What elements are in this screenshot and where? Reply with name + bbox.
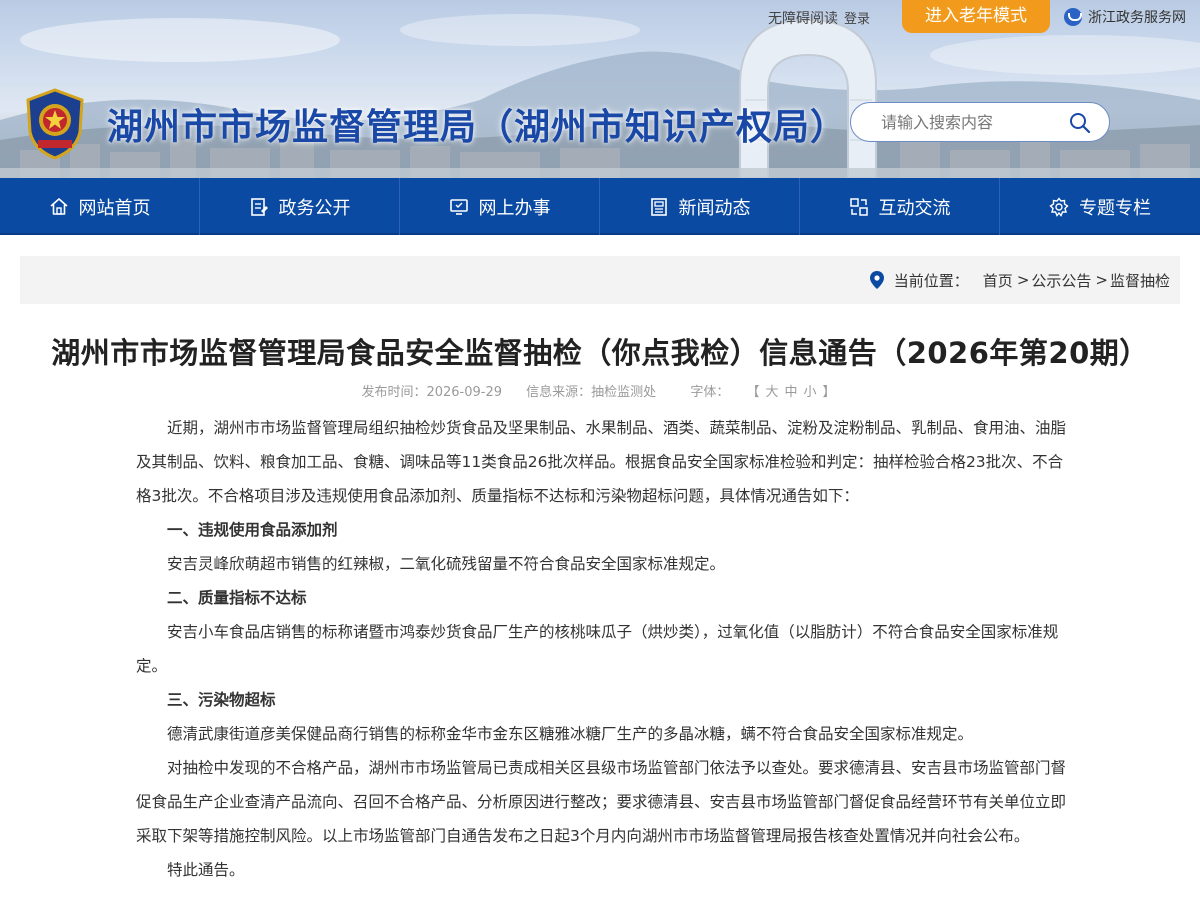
home-icon [49,197,68,215]
info-source: 信息来源：抽检监测处 [526,385,657,400]
font-bracket-open: 【 [746,385,760,400]
search-box [850,102,1110,142]
police-emblem-icon [26,88,84,160]
breadcrumb-label: 当前位置： [893,271,969,290]
login-link[interactable]: 登录 [844,12,870,27]
font-size-label: 字体： [690,385,730,400]
location-pin-icon [869,271,884,289]
section-heading-additives: 一、违规使用食品添加剂 [167,521,338,539]
document-icon [250,197,268,216]
zj-service-label: 浙江政务服务网 [1088,10,1186,26]
accessible-reading-link[interactable]: 无障碍阅读 [768,11,838,27]
paragraph-pollutants: 德清武康街道彦美保健品商行销售的标称金华市金东区糖雅冰糖厂生产的多晶冰糖，螨不符… [167,725,974,743]
nav-item-topics[interactable]: 专题专栏 [1000,178,1200,235]
news-icon [650,197,667,216]
breadcrumb-home-link[interactable]: 首页 [983,270,1013,291]
search-icon[interactable] [1069,112,1091,134]
interaction-icon [849,197,868,216]
nav-item-gov-affairs[interactable]: 政务公开 [200,178,400,235]
search-input[interactable] [881,103,1086,141]
nav-item-online-service[interactable]: 网上办事 [400,178,600,235]
paragraph-quality: 安吉小车食品店销售的标称诸暨市鸿泰炒货食品厂生产的核桃味瓜子（烘炒类），过氧化值… [136,623,1059,675]
breadcrumb-notices-link[interactable]: 公示公告 [1031,270,1091,291]
font-size-control: 字体： 【大中小】 [680,385,838,400]
elder-mode-button[interactable]: 进入老年模式 [902,0,1050,33]
monitor-icon [449,198,468,215]
paragraph-closing: 特此通告。 [167,861,245,879]
paragraph-intro: 近期，湖州市市场监督管理局组织抽检炒货食品及坚果制品、水果制品、酒类、蔬菜制品、… [136,419,1067,505]
nav-item-interaction[interactable]: 互动交流 [800,178,1000,235]
breadcrumb-separator: > [1016,271,1030,289]
zj-service-logo-icon [1064,8,1082,26]
site-title: 湖州市市场监督管理局（湖州市知识产权局） [107,107,848,148]
nav-item-news[interactable]: 新闻动态 [600,178,800,235]
site-header: 无障碍阅读 登录 进入老年模式 浙江政务服务网 湖州市市场监督管理局（湖州市知识产… [0,0,1200,178]
font-bracket-close: 】 [822,385,836,400]
section-heading-pollutants: 三、污染物超标 [167,691,276,709]
nav-item-label: 网站首页 [78,197,151,219]
section-heading-quality: 二、质量指标不达标 [167,589,307,607]
zj-service-link[interactable]: 浙江政务服务网 [1064,7,1186,27]
breadcrumb-separator: > [1095,271,1108,289]
breadcrumb: 当前位置： 首页 > 公示公告 > 监督抽检 [20,256,1180,304]
nav-item-home[interactable]: 网站首页 [0,178,200,235]
nav-item-label: 新闻动态 [678,197,751,219]
nav-item-label: 政务公开 [278,197,351,219]
topic-icon [1049,196,1069,217]
article-content: 近期，湖州市市场监督管理局组织抽检炒货食品及坚果制品、水果制品、酒类、蔬菜制品、… [136,411,1066,887]
publish-time: 发布时间：2026-09-29 [361,385,503,400]
nav-item-label: 网上办事 [478,197,551,219]
paragraph-handling: 对抽检中发现的不合格产品，湖州市市场监管局已责成相关区县级市场监管部门依法予以查… [136,759,1067,845]
nav-item-label: 专题专栏 [1079,197,1151,219]
font-size-small-button[interactable]: 小 [804,385,817,400]
article-title: 湖州市市场监督管理局食品安全监督抽检（你点我检）信息通告（2026年第20期） [51,336,1149,370]
topbar-links: 无障碍阅读 登录 [768,8,876,28]
font-size-medium-button[interactable]: 中 [785,385,798,400]
paragraph-additives: 安吉灵峰欣萌超市销售的红辣椒，二氧化硫残留量不符合食品安全国家标准规定。 [167,555,726,573]
breadcrumb-inspection-link[interactable]: 监督抽检 [1110,270,1170,291]
nav-item-label: 互动交流 [878,197,951,219]
font-size-large-button[interactable]: 大 [765,385,778,400]
article-meta: 发布时间：2026-09-29 信息来源：抽检监测处 字体： 【大中小】 [0,381,1200,400]
main-nav: 网站首页 政务公开 网上办事 新闻动态 互动交流 专题专栏 [0,178,1200,235]
